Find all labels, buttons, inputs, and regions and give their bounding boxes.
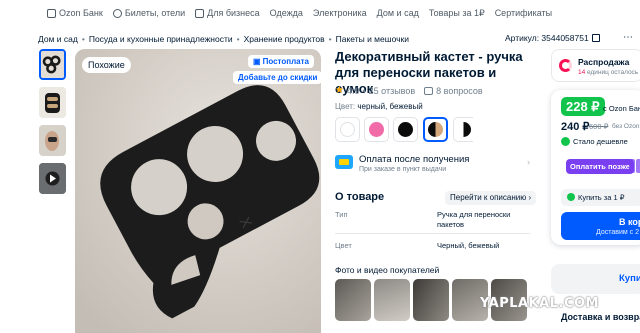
- sale-card[interactable]: Распродажа 14 единиц осталось: [551, 49, 640, 82]
- video-thumb-image: [39, 163, 66, 194]
- postpay-badge[interactable]: ▣ Постоплата: [248, 55, 314, 68]
- divider: [335, 233, 530, 234]
- product-page: Ozon Банк Билеты, отели Для бизнеса Одеж…: [0, 0, 640, 333]
- question-icon: [424, 86, 434, 95]
- rating-value: 4.9: [346, 85, 360, 96]
- star-icon: ★: [335, 85, 344, 96]
- attr-color-name: Цвет: [335, 241, 352, 250]
- attr-type-value: Ручка для переноски пакетов: [437, 210, 511, 229]
- card-icon: [335, 155, 353, 169]
- price-dropped: Стало дешевле: [561, 137, 628, 146]
- ozon-bank-label: с Ozon Банк: [603, 104, 640, 113]
- plane-icon: [112, 8, 122, 18]
- breadcrumb-separator: •: [236, 34, 240, 44]
- color-label: Цвет: черный, бежевый: [335, 102, 423, 111]
- nav-products-1rub[interactable]: Товары за 1₽: [429, 8, 485, 19]
- breadcrumb-kitchenware[interactable]: Посуда и кухонные принадлежности: [89, 34, 233, 44]
- chevron-right-icon: ›: [527, 157, 530, 167]
- installment-segment-icon: [629, 159, 635, 173]
- nav-home-garden[interactable]: Дом и сад: [377, 8, 419, 18]
- ozon-bank-price: 228 ₽: [561, 97, 605, 116]
- reviews-count[interactable]: 25 отзывов: [369, 86, 416, 96]
- thumbnail-video[interactable]: [39, 163, 66, 194]
- breadcrumb-home-garden[interactable]: Дом и сад: [38, 34, 78, 44]
- postpay-title: Оплата после получения: [359, 154, 470, 165]
- nav-electronics[interactable]: Электроника: [313, 8, 367, 18]
- add-for-discount-badge[interactable]: Добавьте до скидки: [233, 71, 323, 84]
- thumbnail-1[interactable]: [39, 49, 66, 80]
- swatch-dot: [340, 122, 355, 137]
- questions-count[interactable]: 8 вопросов: [436, 86, 482, 96]
- postpay-icon: ▣: [253, 57, 261, 66]
- without-ozon-label: без Ozon: [612, 123, 640, 130]
- swatch-black-beige[interactable]: [423, 117, 448, 142]
- swatch-dot: [428, 122, 443, 137]
- nav-clothes[interactable]: Одежда: [270, 8, 303, 18]
- customer-photo-2[interactable]: [374, 279, 410, 321]
- sale-title: Распродажа: [578, 57, 630, 67]
- installment-segment-icon: [636, 159, 640, 173]
- sale-remaining: 14 единиц осталось: [578, 69, 639, 76]
- pay-later-button[interactable]: Оплатить позже: [566, 159, 634, 174]
- delivery-date-label: Доставим с 2: [596, 229, 639, 236]
- buy-for-1rub-button[interactable]: Купить за 1 ₽: [561, 189, 640, 206]
- customer-photo-3[interactable]: [413, 279, 449, 321]
- installment-icons: [629, 159, 640, 173]
- check-icon: [561, 137, 570, 146]
- bank-icon: [47, 8, 56, 18]
- swatch-dot: [398, 122, 413, 137]
- regular-price: 240 ₽: [561, 121, 590, 133]
- more-icon[interactable]: ⋯: [623, 32, 633, 43]
- knuckle-thumb-image: [41, 51, 64, 78]
- cart-label: В корзину: [619, 217, 640, 227]
- swatch-white[interactable]: [335, 117, 360, 142]
- nav-tickets[interactable]: Билеты, отели: [112, 8, 185, 18]
- swatch-black-white[interactable]: [453, 117, 473, 142]
- copy-icon: [591, 34, 600, 42]
- thumbnail-3[interactable]: [39, 125, 66, 156]
- watermark: YAPLAKAL.COM: [480, 296, 599, 311]
- postpay-subtitle: При заказе в пункт выдачи: [359, 166, 447, 173]
- breadcrumb: Дом и сад • Посуда и кухонные принадлежно…: [38, 34, 409, 44]
- chevron-right-icon: ›: [528, 193, 532, 202]
- briefcase-icon: [195, 8, 205, 18]
- swatch-black[interactable]: [393, 117, 418, 142]
- delivery-return-heading[interactable]: Доставка и возврат: [561, 312, 640, 322]
- nav-certificates[interactable]: Сертификаты: [495, 8, 552, 18]
- rating-row[interactable]: ★ 4.9 • 25 отзывов 8 вопросов: [335, 85, 483, 96]
- brass-knuckle-image: X: [75, 49, 321, 333]
- sale-ring-icon: [559, 59, 572, 72]
- plus-icon: [567, 193, 575, 201]
- breadcrumb-bags[interactable]: Пакеты и мешочки: [336, 34, 409, 44]
- hand-thumb-image: [39, 125, 66, 156]
- dot-separator: •: [362, 85, 366, 96]
- swatch-pink[interactable]: [364, 117, 389, 142]
- swatch-dot: [369, 122, 384, 137]
- attr-color-value: Черный, бежевый: [437, 241, 500, 250]
- goto-description-button[interactable]: Перейти к описанию ›: [445, 191, 537, 205]
- similar-badge[interactable]: Похожие: [82, 57, 131, 73]
- breadcrumb-separator: •: [81, 34, 85, 44]
- about-heading: О товаре: [335, 191, 385, 203]
- top-navigation: Ozon Банк Билеты, отели Для бизнеса Одеж…: [0, 0, 640, 26]
- nav-ozon-bank[interactable]: Ozon Банк: [47, 8, 103, 18]
- postpay-card[interactable]: Оплата после получения При заказе в пунк…: [335, 152, 530, 179]
- color-value: черный, бежевый: [357, 102, 423, 111]
- knuckle-beige-thumb-image: [39, 87, 66, 118]
- old-price: 600 ₽: [589, 122, 609, 131]
- attr-type-name: Тип: [335, 210, 348, 219]
- other-sellers-card[interactable]: Купить: [551, 264, 640, 294]
- customer-photo-1[interactable]: [335, 279, 371, 321]
- main-product-image[interactable]: X: [75, 49, 321, 333]
- breadcrumb-separator: •: [328, 34, 332, 44]
- thumbnail-2[interactable]: [39, 87, 66, 118]
- breadcrumb-food-storage[interactable]: Хранение продуктов: [244, 34, 325, 44]
- article-number[interactable]: Артикул: 3544058751: [505, 33, 600, 43]
- nav-business[interactable]: Для бизнеса: [195, 8, 260, 18]
- add-to-cart-button[interactable]: В корзину Доставим с 2: [561, 212, 640, 240]
- swatch-dot: [456, 122, 471, 137]
- customer-photos-heading: Фото и видео покупателей: [335, 265, 440, 275]
